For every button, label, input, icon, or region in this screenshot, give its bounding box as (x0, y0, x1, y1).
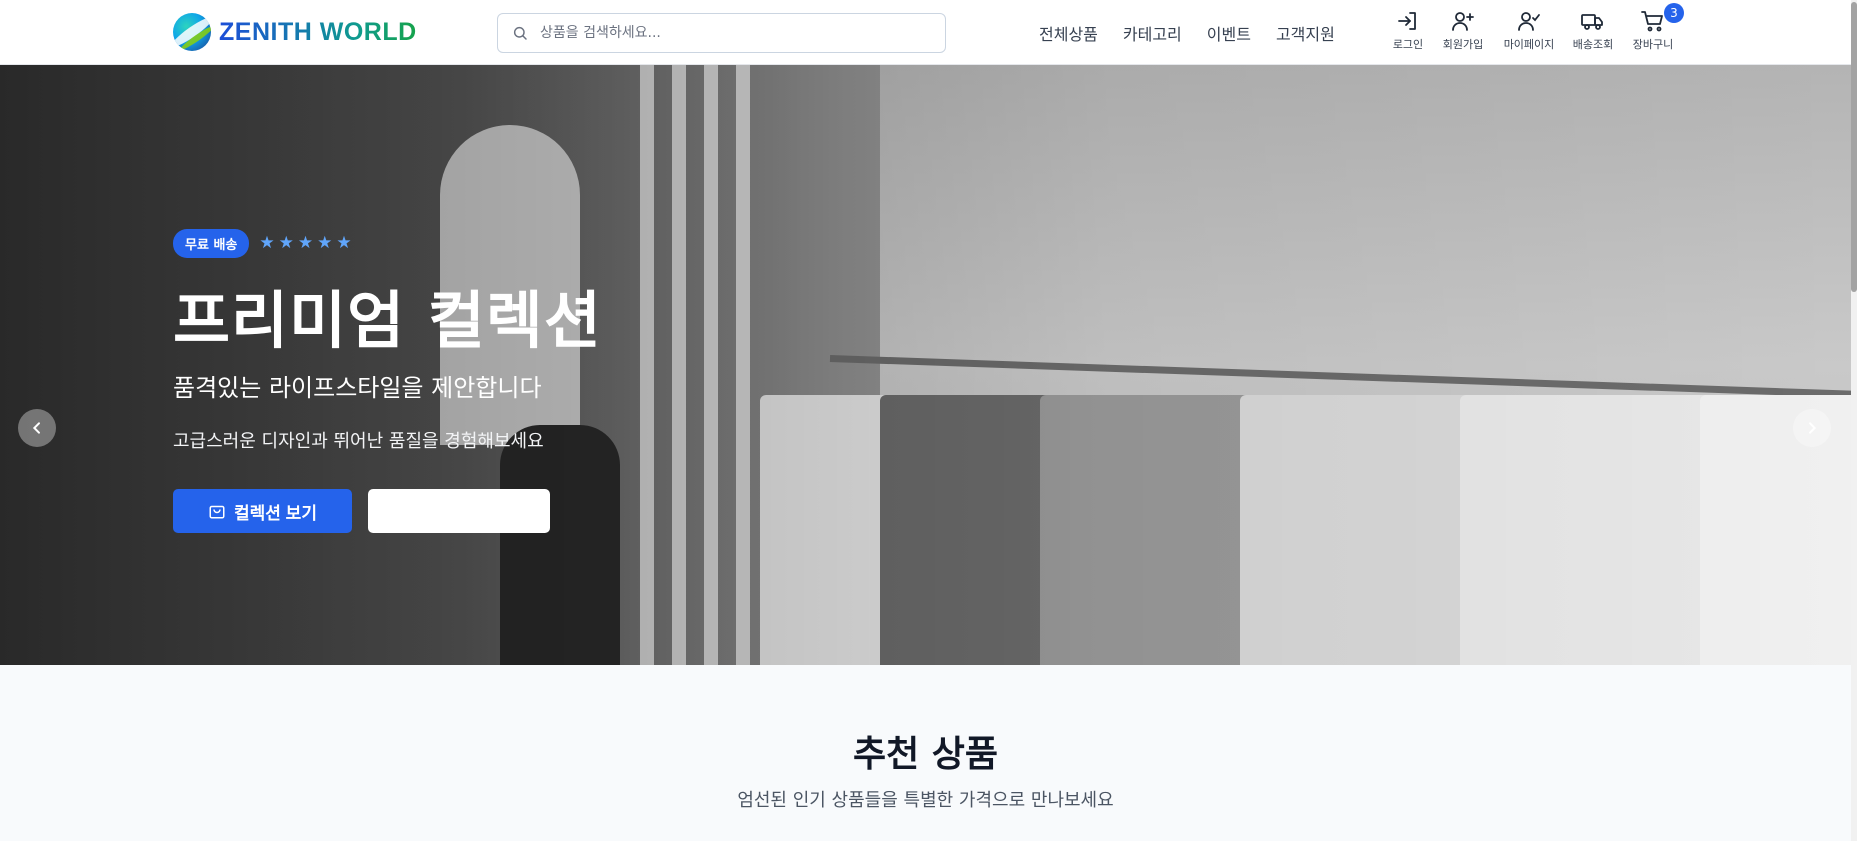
carousel-prev-button[interactable] (18, 409, 56, 447)
nav-support[interactable]: 고객지원 (1276, 21, 1335, 45)
mypage-button[interactable]: 마이페이지 (1497, 9, 1561, 52)
nav-all-products[interactable]: 전체상품 (1039, 21, 1098, 45)
hero-subtitle: 품격있는 라이프스타일을 제안합니다 (173, 374, 542, 402)
login-button[interactable]: 로그인 (1385, 9, 1431, 52)
cart-label: 장바구니 (1632, 38, 1674, 51)
truck-icon (1581, 14, 1603, 30)
hero-banner: 무료 배송 ★ ★ ★ ★ ★ 프리미엄 컬렉션 품격있는 라이프스타일을 제안… (0, 65, 1851, 665)
cart-button[interactable]: 3 장바구니 (1627, 3, 1684, 52)
header-actions: 로그인 회원가입 마이페이지 배송조회 3 장바구니 (1385, 3, 1684, 52)
free-shipping-badge: 무료 배송 (173, 229, 250, 258)
hero-buttons: 컬렉션 보기 (173, 489, 602, 533)
chevron-right-icon (1809, 422, 1817, 434)
star-icon: ★ (297, 233, 314, 253)
star-icon: ★ (336, 233, 352, 253)
main-nav: 전체상품 카테고리 이벤트 고객지원 (1039, 21, 1335, 45)
mypage-label: 마이페이지 (1503, 38, 1555, 51)
star-icon: ★ (278, 233, 294, 253)
view-collection-label: 컬렉션 보기 (234, 503, 317, 523)
secondary-hero-button[interactable] (368, 489, 550, 533)
nav-categories[interactable]: 카테고리 (1123, 21, 1182, 45)
recommended-subtitle: 엄선된 인기 상품들을 특별한 가격으로 만나보세요 (737, 790, 1114, 811)
hero-content: 무료 배송 ★ ★ ★ ★ ★ 프리미엄 컬렉션 품격있는 라이프스타일을 제안… (173, 229, 602, 533)
signup-label: 회원가입 (1442, 38, 1484, 51)
carousel-next-button[interactable] (1793, 409, 1831, 447)
hero-title: 프리미엄 컬렉션 (173, 284, 602, 357)
shopping-bag-icon (209, 505, 225, 519)
site-header: ZENITH WORLD 전체상품 카테고리 이벤트 고객지원 로그인 회원가입… (0, 0, 1851, 65)
hero-description: 고급스러운 디자인과 뛰어난 품질을 경험해보세요 (173, 431, 544, 452)
recommended-title: 추천 상품 (852, 734, 998, 775)
star-icon: ★ (259, 233, 275, 253)
user-check-icon (1518, 12, 1540, 31)
star-icon: ★ (317, 233, 333, 253)
rating-stars: ★ ★ ★ ★ ★ (259, 235, 351, 252)
scrollbar-thumb[interactable] (1851, 2, 1857, 292)
tracking-button[interactable]: 배송조회 (1567, 9, 1619, 52)
login-label: 로그인 (1392, 38, 1424, 51)
hero-chip-row: 무료 배송 ★ ★ ★ ★ ★ (173, 229, 602, 258)
globe-logo-icon (173, 13, 211, 51)
brand-name: ZENITH WORLD (219, 17, 417, 46)
search-input[interactable] (540, 25, 920, 41)
chevron-left-icon (32, 422, 40, 434)
cart-count-badge: 3 (1664, 3, 1684, 23)
signup-button[interactable]: 회원가입 (1437, 9, 1489, 52)
user-plus-icon (1452, 12, 1474, 31)
cart-icon (1641, 11, 1663, 32)
nav-events[interactable]: 이벤트 (1207, 21, 1251, 45)
brand-logo[interactable]: ZENITH WORLD (173, 13, 417, 51)
recommended-section: 추천 상품 엄선된 인기 상품들을 특별한 가격으로 만나보세요 (0, 665, 1851, 841)
page-scrollbar[interactable] (1851, 0, 1857, 841)
view-collection-button[interactable]: 컬렉션 보기 (173, 489, 352, 533)
tracking-label: 배송조회 (1572, 38, 1614, 51)
search-bar[interactable] (497, 13, 946, 53)
login-icon (1398, 12, 1416, 30)
search-icon (513, 26, 527, 40)
